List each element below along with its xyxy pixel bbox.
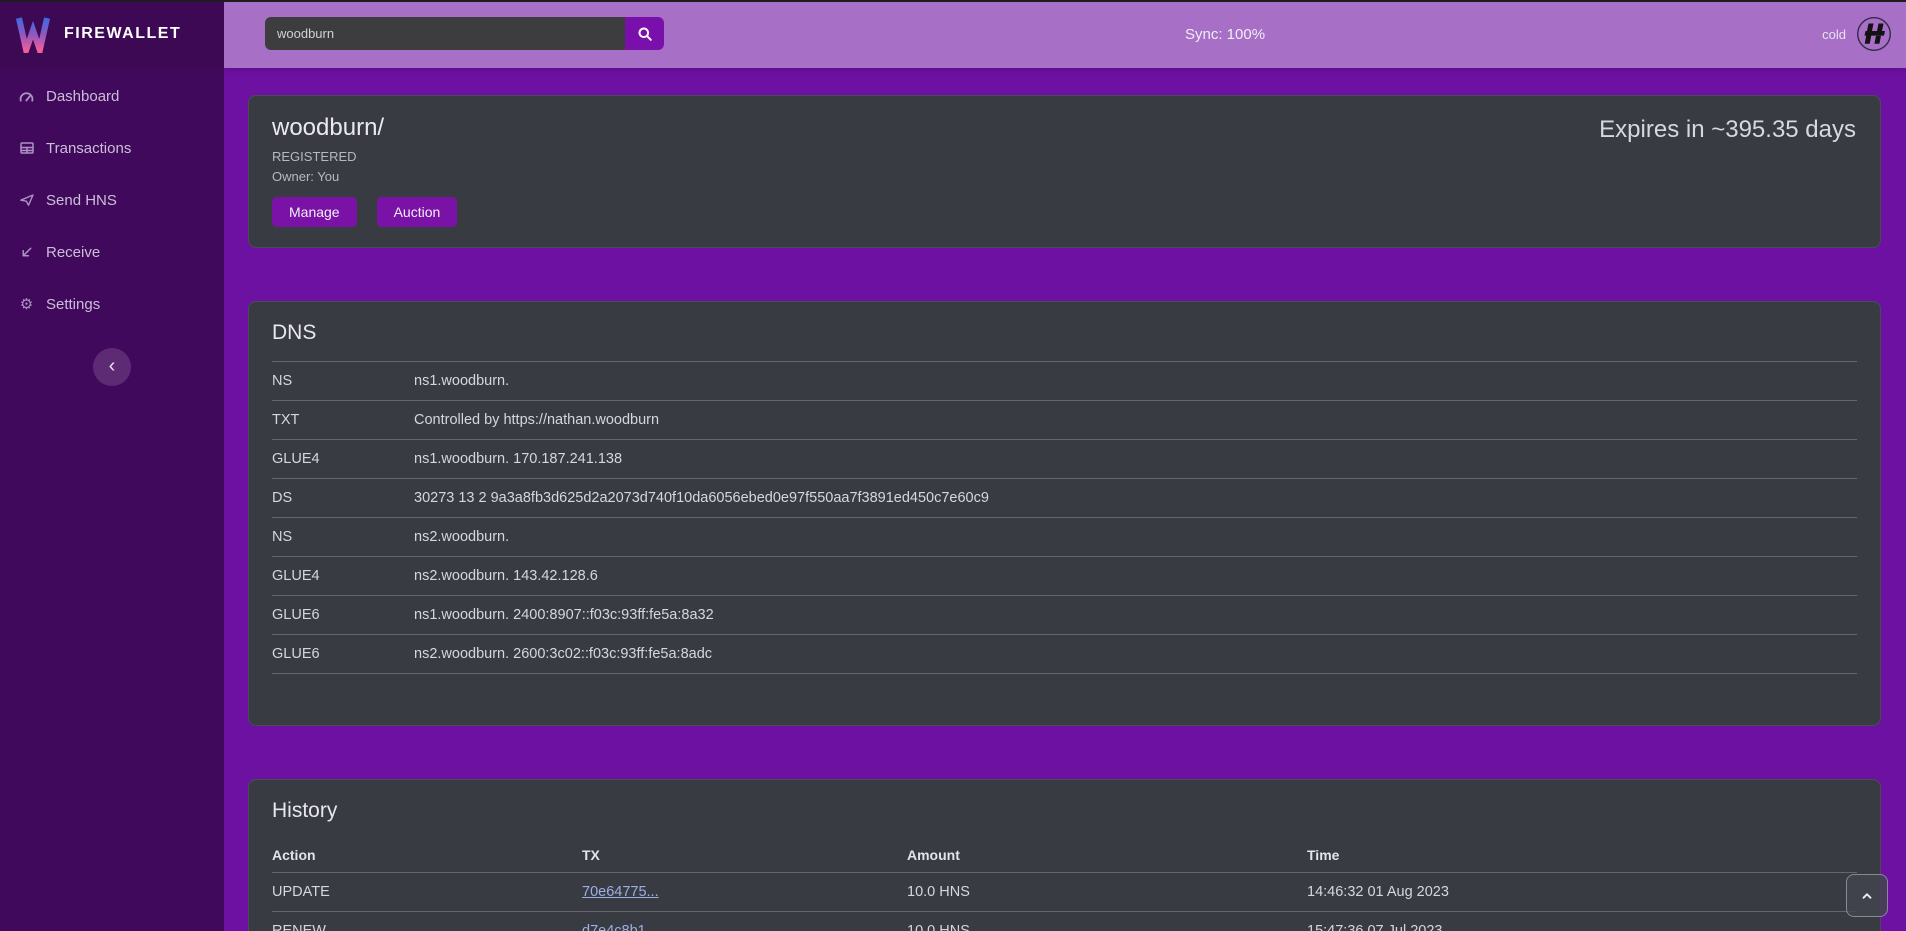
sidebar-item-dashboard[interactable]: Dashboard	[0, 70, 224, 122]
dns-record-value: ns1.woodburn. 2400:8907::f03c:93ff:fe5a:…	[414, 607, 1857, 623]
dns-record-type: NS	[272, 529, 414, 545]
brand: FIREWALLET	[0, 0, 224, 68]
topbar: Sync: 100% cold	[224, 0, 1906, 68]
dns-record-type: TXT	[272, 412, 414, 428]
search-button[interactable]	[625, 17, 664, 50]
dashboard-icon	[18, 88, 35, 105]
dns-table: NS ns1.woodburn. TXT Controlled by https…	[272, 361, 1857, 674]
sidebar-item-receive[interactable]: Receive	[0, 226, 224, 278]
history-time: 15:47:36 07 Jul 2023	[1307, 923, 1857, 931]
domain-status: REGISTERED	[272, 149, 1857, 164]
dns-record-row: NS ns2.woodburn.	[272, 517, 1857, 556]
dns-record-type: GLUE4	[272, 451, 414, 467]
history-row: RENEW d7e4c8b1... 10.0 HNS 15:47:36 07 J…	[272, 911, 1857, 931]
manage-button[interactable]: Manage	[272, 197, 357, 227]
dns-record-value: ns2.woodburn. 2600:3c02::f03c:93ff:fe5a:…	[414, 646, 1857, 662]
tx-link[interactable]: 70e64775...	[582, 884, 659, 900]
history-col-time: Time	[1307, 847, 1857, 863]
expires-label: Expires in ~395.35 days	[1599, 116, 1856, 144]
chevron-left-icon: ‹	[109, 356, 116, 376]
firewallet-logo-icon	[14, 15, 52, 53]
tx-link[interactable]: d7e4c8b1...	[582, 923, 658, 931]
dns-record-row: GLUE6 ns2.woodburn. 2600:3c02::f03c:93ff…	[272, 634, 1857, 674]
history-time: 14:46:32 01 Aug 2023	[1307, 884, 1857, 900]
dns-record-value: ns2.woodburn.	[414, 529, 1857, 545]
dns-record-row: GLUE4 ns1.woodburn. 170.187.241.138	[272, 439, 1857, 478]
dns-record-value: ns2.woodburn. 143.42.128.6	[414, 568, 1857, 584]
sidebar-nav: Dashboard Transactions Send HNS	[0, 68, 224, 330]
history-card: History Action TX Amount Time UPDATE 70e…	[248, 779, 1881, 931]
history-header-row: Action TX Amount Time	[272, 838, 1857, 872]
domain-actions: Manage Auction	[272, 197, 1857, 227]
scroll-to-top-button[interactable]	[1846, 874, 1888, 917]
dns-record-row: GLUE4 ns2.woodburn. 143.42.128.6	[272, 556, 1857, 595]
receive-arrow-icon	[18, 244, 35, 261]
history-col-action: Action	[272, 847, 582, 863]
history-title: History	[272, 798, 1857, 824]
brand-name: FIREWALLET	[64, 25, 181, 43]
dns-record-row: TXT Controlled by https://nathan.woodbur…	[272, 400, 1857, 439]
dns-record-value: Controlled by https://nathan.woodburn	[414, 412, 1857, 428]
sidebar-item-transactions[interactable]: Transactions	[0, 122, 224, 174]
window-top-edge	[0, 0, 1906, 2]
history-amount: 10.0 HNS	[907, 884, 1307, 900]
sidebar-item-label: Dashboard	[46, 88, 119, 105]
sidebar-item-label: Settings	[46, 296, 100, 313]
sidebar-item-label: Receive	[46, 244, 100, 261]
send-icon	[18, 192, 35, 209]
history-action: RENEW	[272, 923, 582, 931]
dns-card: DNS NS ns1.woodburn. TXT Controlled by h…	[248, 301, 1881, 726]
dns-record-row: NS ns1.woodburn.	[272, 361, 1857, 400]
auction-button[interactable]: Auction	[377, 197, 458, 227]
dns-title: DNS	[272, 320, 1857, 346]
dns-record-value: 30273 13 2 9a3a8fb3d625d2a2073d740f10da6…	[414, 490, 1857, 506]
dns-record-value: ns1.woodburn.	[414, 373, 1857, 389]
domain-card: woodburn/ REGISTERED Owner: You Manage A…	[248, 95, 1881, 248]
history-col-amount: Amount	[907, 847, 1307, 863]
transactions-table-icon	[18, 140, 35, 157]
dns-record-row: DS 30273 13 2 9a3a8fb3d625d2a2073d740f10…	[272, 478, 1857, 517]
wallet-zone[interactable]: cold	[1822, 0, 1892, 68]
sidebar-item-settings[interactable]: ⚙ Settings	[0, 278, 224, 330]
search-input[interactable]	[265, 17, 625, 50]
history-col-tx: TX	[582, 847, 907, 863]
dns-record-value: ns1.woodburn. 170.187.241.138	[414, 451, 1857, 467]
search-group	[265, 17, 664, 50]
wallet-name-label: cold	[1822, 27, 1846, 42]
sidebar-item-send-hns[interactable]: Send HNS	[0, 174, 224, 226]
sidebar-collapse-button[interactable]: ‹	[93, 348, 131, 386]
sync-status: Sync: 100%	[1185, 0, 1265, 68]
main-content: woodburn/ REGISTERED Owner: You Manage A…	[224, 68, 1906, 931]
dns-record-row: GLUE6 ns1.woodburn. 2400:8907::f03c:93ff…	[272, 595, 1857, 634]
dns-record-type: GLUE6	[272, 607, 414, 623]
history-action: UPDATE	[272, 884, 582, 900]
history-row: UPDATE 70e64775... 10.0 HNS 14:46:32 01 …	[272, 872, 1857, 911]
sidebar-item-label: Transactions	[46, 140, 131, 157]
chevron-up-icon	[1860, 889, 1874, 903]
history-amount: 10.0 HNS	[907, 923, 1307, 931]
dns-record-type: GLUE4	[272, 568, 414, 584]
search-icon	[637, 26, 653, 42]
dns-record-type: DS	[272, 490, 414, 506]
sidebar: FIREWALLET Dashboard Transactions	[0, 0, 224, 931]
gear-icon: ⚙	[18, 296, 35, 313]
dns-record-type: GLUE6	[272, 646, 414, 662]
sidebar-item-label: Send HNS	[46, 192, 117, 209]
dns-record-type: NS	[272, 373, 414, 389]
handshake-logo-icon[interactable]	[1856, 16, 1892, 52]
domain-owner: Owner: You	[272, 169, 1857, 184]
